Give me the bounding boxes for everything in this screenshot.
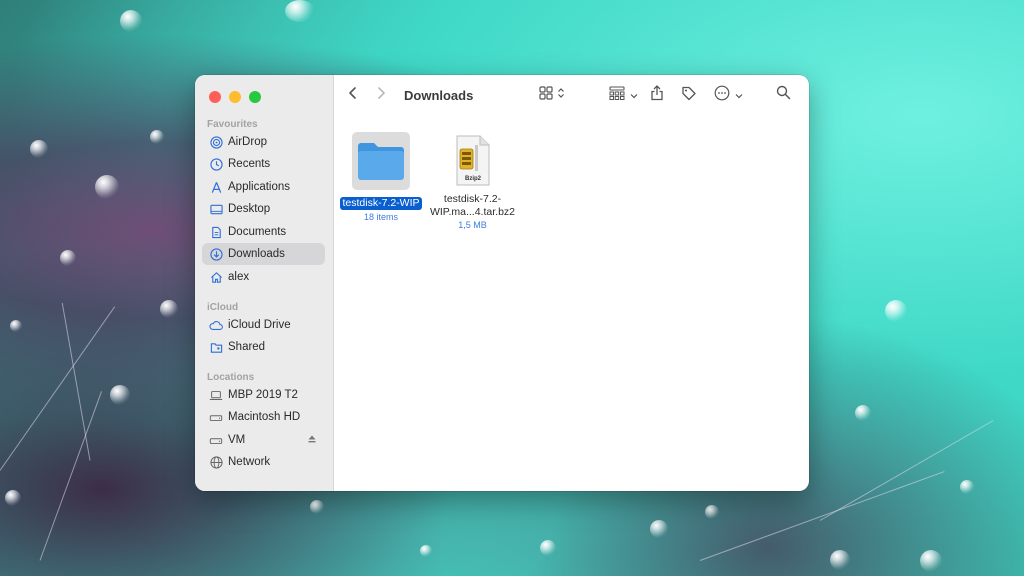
sidebar-item-alex[interactable]: alex bbox=[202, 266, 325, 288]
sidebar-item-downloads[interactable]: Downloads bbox=[202, 243, 325, 265]
sidebar-item-label: iCloud Drive bbox=[228, 319, 291, 331]
cloud-icon bbox=[209, 318, 223, 332]
file-name-line2: WIP.ma...4.tar.bz2 bbox=[429, 206, 515, 218]
sidebar-item-label: MBP 2019 T2 bbox=[228, 389, 298, 401]
window-title: Downloads bbox=[404, 88, 474, 103]
clock-icon bbox=[209, 157, 223, 171]
sidebar-item-label: Recents bbox=[228, 158, 271, 170]
share-icon bbox=[650, 84, 664, 106]
sidebar-item-label: Downloads bbox=[228, 248, 285, 260]
sidebar-item-label: AirDrop bbox=[228, 136, 267, 148]
view-mode-button[interactable] bbox=[539, 85, 565, 105]
group-grid-icon bbox=[609, 85, 625, 105]
file-item-folder[interactable]: testdisk-7.2-WIP 18 items bbox=[337, 132, 425, 222]
tag-icon bbox=[681, 85, 697, 106]
toolbar: Downloads bbox=[333, 75, 809, 115]
file-meta: 1,5 MB bbox=[458, 220, 487, 230]
sidebar-section-favourites: Favourites bbox=[207, 119, 258, 130]
chevron-down-icon bbox=[735, 86, 743, 104]
disk-icon bbox=[209, 410, 223, 424]
sidebar-item-airdrop[interactable]: AirDrop bbox=[202, 131, 325, 153]
sidebar-item-label: Documents bbox=[228, 226, 287, 238]
file-meta: 18 items bbox=[363, 212, 398, 222]
more-actions-button[interactable] bbox=[714, 85, 743, 105]
bzip2-archive-icon: Bzip2 bbox=[444, 132, 502, 190]
sidebar-item-label: alex bbox=[228, 271, 250, 283]
laptop-icon bbox=[209, 388, 223, 402]
sidebar-item-recents[interactable]: Recents bbox=[202, 153, 325, 175]
disk-icon bbox=[209, 433, 223, 447]
finder-window: Favourites AirDrop Recents Applications … bbox=[195, 75, 809, 491]
sidebar-item-shared[interactable]: Shared bbox=[202, 336, 325, 358]
forward-button[interactable] bbox=[375, 85, 387, 105]
download-icon bbox=[209, 247, 223, 261]
desktop-icon bbox=[209, 202, 223, 216]
globe-icon bbox=[209, 455, 223, 469]
close-button[interactable] bbox=[209, 91, 221, 103]
ellipsis-circle-icon bbox=[714, 85, 730, 106]
sidebar-item-desktop[interactable]: Desktop bbox=[202, 198, 325, 220]
group-button[interactable] bbox=[609, 85, 638, 105]
file-name: testdisk-7.2-WIP bbox=[340, 197, 422, 210]
file-item-archive[interactable]: Bzip2 testdisk-7.2- WIP.ma...4.tar.bz2 1… bbox=[425, 132, 520, 230]
file-browser: testdisk-7.2-WIP 18 items Bzip2 testdisk… bbox=[333, 115, 809, 491]
document-icon bbox=[209, 225, 223, 239]
minimize-button[interactable] bbox=[229, 91, 241, 103]
search-icon bbox=[776, 85, 791, 105]
airdrop-icon bbox=[209, 135, 223, 149]
sidebar: Favourites AirDrop Recents Applications … bbox=[195, 75, 334, 491]
sidebar-item-icloud-drive[interactable]: iCloud Drive bbox=[202, 314, 325, 336]
share-button[interactable] bbox=[650, 84, 664, 106]
file-name-line1: testdisk-7.2- bbox=[443, 193, 502, 205]
sidebar-item-mbp[interactable]: MBP 2019 T2 bbox=[202, 384, 325, 406]
chevron-left-icon bbox=[347, 86, 359, 105]
chevron-right-icon bbox=[375, 86, 387, 105]
sidebar-item-label: Macintosh HD bbox=[228, 411, 301, 423]
chevron-down-icon bbox=[630, 86, 638, 104]
applications-icon bbox=[209, 180, 223, 194]
chevron-updown-icon bbox=[557, 86, 565, 104]
search-button[interactable] bbox=[776, 85, 791, 105]
sidebar-item-macintosh-hd[interactable]: Macintosh HD bbox=[202, 406, 325, 428]
sidebar-item-network[interactable]: Network bbox=[202, 451, 325, 473]
icon-grid-icon bbox=[539, 85, 553, 105]
tag-button[interactable] bbox=[681, 85, 697, 105]
sidebar-item-documents[interactable]: Documents bbox=[202, 221, 325, 243]
zoom-button[interactable] bbox=[249, 91, 261, 103]
folder-icon bbox=[352, 132, 410, 190]
sidebar-item-applications[interactable]: Applications bbox=[202, 176, 325, 198]
sidebar-item-label: Desktop bbox=[228, 203, 271, 215]
sidebar-item-label: Shared bbox=[228, 341, 266, 353]
archive-badge-label: Bzip2 bbox=[464, 176, 481, 182]
sidebar-section-icloud: iCloud bbox=[207, 302, 239, 313]
sidebar-item-vm[interactable]: VM bbox=[202, 429, 325, 451]
back-button[interactable] bbox=[347, 85, 359, 105]
home-icon bbox=[209, 270, 223, 284]
sidebar-item-label: Network bbox=[228, 456, 271, 468]
window-controls bbox=[209, 91, 261, 103]
sidebar-item-label: Applications bbox=[228, 181, 291, 193]
eject-icon[interactable] bbox=[307, 434, 317, 447]
sidebar-item-label: VM bbox=[228, 434, 246, 446]
sidebar-section-locations: Locations bbox=[207, 372, 255, 383]
shared-folder-icon bbox=[209, 340, 223, 354]
